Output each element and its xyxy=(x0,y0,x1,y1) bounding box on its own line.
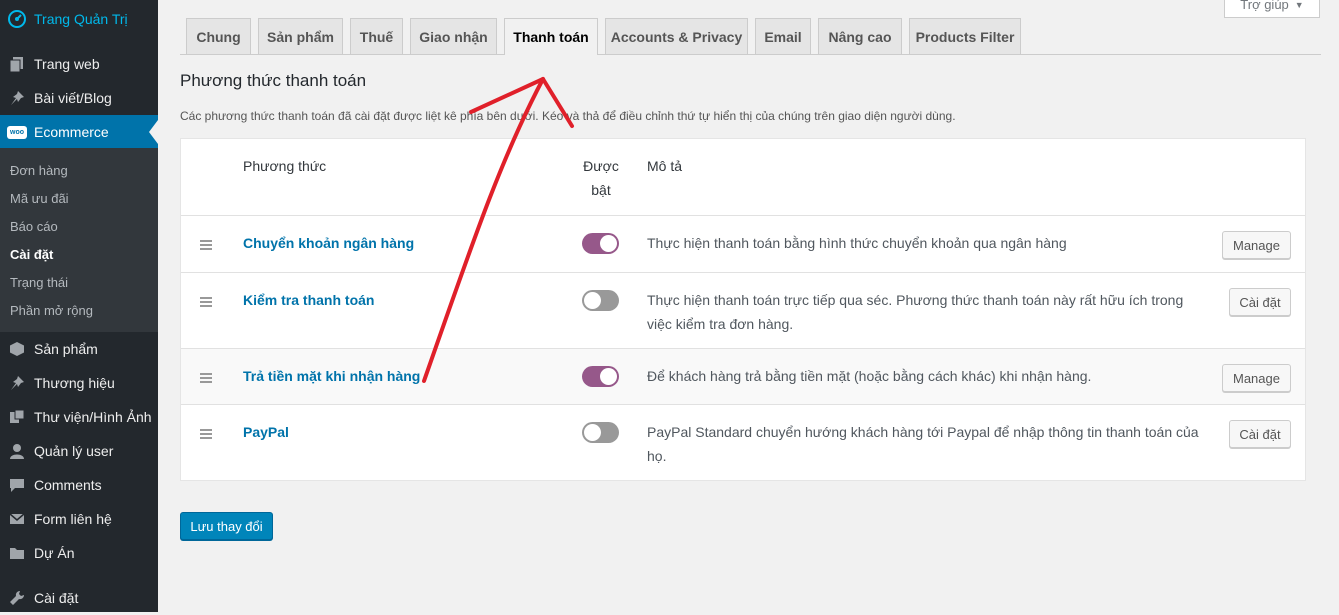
sidebar-item-ecommerce[interactable]: woo Ecommerce xyxy=(0,115,158,149)
pages-icon xyxy=(7,54,27,74)
tab-products[interactable]: Sản phẩm xyxy=(258,18,343,54)
section-description: Các phương thức thanh toán đã cài đặt đư… xyxy=(180,109,956,123)
settings-button[interactable]: Cài đặt xyxy=(1229,288,1291,316)
page-title: Phương thức thanh toán xyxy=(180,71,367,90)
tab-products-filter[interactable]: Products Filter xyxy=(909,18,1021,54)
media-icon xyxy=(7,407,27,427)
toggle-knob xyxy=(600,368,617,385)
enabled-toggle[interactable] xyxy=(582,290,619,311)
method-description: Thực hiện thanh toán bằng hình thức chuy… xyxy=(647,235,1067,251)
tab-tax[interactable]: Thuế xyxy=(350,18,403,54)
caret-down-icon: ▼ xyxy=(1294,0,1304,10)
table-row: PayPal PayPal Standard chuyển hướng khác… xyxy=(181,404,1305,480)
method-description: Để khách hàng trả bằng tiền mặt (hoặc bằ… xyxy=(647,368,1092,384)
tab-advanced[interactable]: Nâng cao xyxy=(818,18,902,54)
column-header-method: Phương thức xyxy=(243,158,327,174)
sidebar-item-label: Thương hiệu xyxy=(34,375,115,391)
pin-icon xyxy=(7,373,27,393)
submenu-extensions[interactable]: Phần mở rộng xyxy=(10,303,93,318)
tab-accounts-privacy[interactable]: Accounts & Privacy xyxy=(605,18,748,54)
submenu-orders[interactable]: Đơn hàng xyxy=(10,163,68,178)
payment-methods-table: Phương thức Được bật Mô tả Chuyển khoản … xyxy=(180,138,1306,481)
pin-icon xyxy=(7,88,27,108)
sidebar-item-pages[interactable]: Trang web xyxy=(0,47,158,81)
method-name-link[interactable]: Trả tiền mặt khi nhận hàng xyxy=(243,368,420,384)
sidebar-item-label: Sản phẩm xyxy=(34,341,98,357)
sidebar-item-label: Thư viện/Hình Ảnh xyxy=(34,409,152,425)
method-name-link[interactable]: PayPal xyxy=(243,424,289,440)
settings-button[interactable]: Cài đặt xyxy=(1229,420,1291,448)
sidebar-item-label: Trang web xyxy=(34,56,100,72)
method-description: PayPal Standard chuyển hướng khách hàng … xyxy=(647,424,1199,464)
sidebar-item-label: Cài đặt xyxy=(34,590,79,606)
comment-icon xyxy=(7,475,27,495)
enabled-toggle[interactable] xyxy=(582,233,619,254)
sidebar-item-settings[interactable]: Cài đặt xyxy=(0,581,158,615)
column-header-description: Mô tả xyxy=(647,158,683,174)
enabled-toggle[interactable] xyxy=(582,366,619,387)
drag-handle-icon[interactable] xyxy=(200,429,212,441)
submenu-status[interactable]: Trạng thái xyxy=(10,275,68,290)
sidebar-item-media[interactable]: Thư viện/Hình Ảnh xyxy=(0,400,158,434)
sidebar-item-posts[interactable]: Bài viết/Blog xyxy=(0,81,158,115)
save-changes-button[interactable]: Lưu thay đổi xyxy=(180,512,273,540)
method-description: Thực hiện thanh toán trực tiếp qua séc. … xyxy=(647,292,1184,332)
sidebar-item-label: Comments xyxy=(34,477,102,493)
tab-bar-line xyxy=(180,54,1321,55)
submenu-reports[interactable]: Báo cáo xyxy=(10,219,58,234)
admin-sidebar: Trang Quản Trị Trang web Bài viết/Blog w… xyxy=(0,0,158,612)
sidebar-item-comments[interactable]: Comments xyxy=(0,468,158,502)
sidebar-item-contact-form[interactable]: Form liên hệ xyxy=(0,502,158,536)
enabled-toggle[interactable] xyxy=(582,422,619,443)
submenu-settings[interactable]: Cài đặt xyxy=(10,247,53,262)
column-header-enabled-line2: bật xyxy=(591,182,611,198)
method-name-link[interactable]: Chuyển khoản ngân hàng xyxy=(243,235,414,251)
tab-shipping[interactable]: Giao nhận xyxy=(410,18,497,54)
drag-handle-icon[interactable] xyxy=(200,373,212,385)
manage-button[interactable]: Manage xyxy=(1222,231,1291,259)
sidebar-item-brands[interactable]: Thương hiệu xyxy=(0,366,158,400)
mail-icon xyxy=(7,509,27,529)
folder-icon xyxy=(7,543,27,563)
sidebar-item-users[interactable]: Quản lý user xyxy=(0,434,158,468)
sidebar-item-label: Ecommerce xyxy=(34,124,109,140)
submenu-coupons[interactable]: Mã ưu đãi xyxy=(10,191,69,206)
sidebar-brand-label: Trang Quản Trị xyxy=(34,11,128,27)
user-icon xyxy=(7,441,27,461)
column-header-enabled-line1: Được xyxy=(583,158,619,174)
method-name-link[interactable]: Kiểm tra thanh toán xyxy=(243,292,374,308)
ecommerce-submenu: Đơn hàng Mã ưu đãi Báo cáo Cài đặt Trạng… xyxy=(0,148,158,332)
sidebar-brand[interactable]: Trang Quản Trị xyxy=(0,2,158,36)
tab-email[interactable]: Email xyxy=(755,18,811,54)
help-button[interactable]: Trợ giúp ▼ xyxy=(1224,0,1320,18)
wrench-icon xyxy=(7,588,27,608)
help-button-label: Trợ giúp xyxy=(1240,0,1289,12)
tab-general[interactable]: Chung xyxy=(186,18,251,54)
toggle-knob xyxy=(584,424,601,441)
box-icon xyxy=(7,339,27,359)
dashboard-icon xyxy=(7,9,27,29)
current-menu-arrow xyxy=(149,120,158,144)
drag-handle-icon[interactable] xyxy=(200,297,212,309)
sidebar-item-label: Bài viết/Blog xyxy=(34,90,112,106)
toggle-knob xyxy=(600,235,617,252)
sidebar-item-projects[interactable]: Dự Án xyxy=(0,536,158,570)
sidebar-item-products[interactable]: Sản phẩm xyxy=(0,332,158,366)
tab-payments[interactable]: Thanh toán xyxy=(504,18,598,55)
manage-button[interactable]: Manage xyxy=(1222,364,1291,392)
toggle-knob xyxy=(584,292,601,309)
table-row: Chuyển khoản ngân hàng Thực hiện thanh t… xyxy=(181,215,1305,272)
sidebar-item-label: Form liên hệ xyxy=(34,511,112,527)
sidebar-item-label: Dự Án xyxy=(34,545,75,561)
woo-icon: woo xyxy=(7,122,27,142)
drag-handle-icon[interactable] xyxy=(200,240,212,252)
table-row: Trả tiền mặt khi nhận hàng Để khách hàng… xyxy=(181,348,1305,404)
table-row: Kiểm tra thanh toán Thực hiện thanh toán… xyxy=(181,272,1305,348)
sidebar-item-label: Quản lý user xyxy=(34,443,114,459)
